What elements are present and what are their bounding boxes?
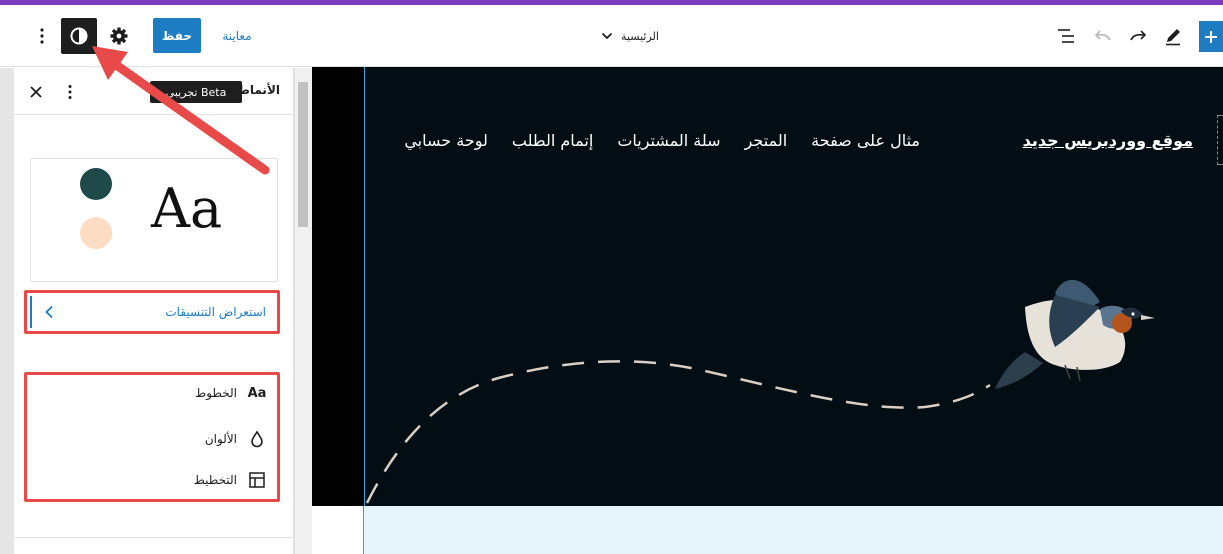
styles-sidebar: تجريبي Beta الأنماط Aa استعراض التنسيقات… <box>14 68 294 554</box>
tools-button[interactable] <box>1158 22 1188 50</box>
nav-item-label: الخطوط <box>195 386 237 400</box>
annotation-highlight-browse: استعراض التنسيقات <box>24 290 280 334</box>
nav-item-label: الألوان <box>204 432 237 446</box>
style-preview-card: Aa <box>30 158 278 282</box>
nav-link-shop[interactable]: المتجر <box>745 131 788 150</box>
pencil-icon <box>1166 29 1180 46</box>
nav-item-layout[interactable]: التخطيط <box>37 467 267 493</box>
navigation-menu: مثال على صفحة المتجر سلة المشتريات إتمام… <box>365 131 920 150</box>
bird-illustration <box>995 279 1155 389</box>
close-icon <box>30 86 42 98</box>
nav-item-colors[interactable]: الألوان <box>37 426 267 452</box>
typography-icon: Aa <box>247 385 267 401</box>
canvas-left-margin-bottom <box>312 506 364 554</box>
nav-link-sample-page[interactable]: مثال على صفحة <box>811 131 920 150</box>
layout-icon <box>249 472 265 488</box>
browse-styles-button[interactable]: استعراض التنسيقات <box>30 296 274 328</box>
list-view-button[interactable] <box>1052 22 1080 50</box>
dashed-flight-path <box>365 360 991 504</box>
nav-item-typography[interactable]: الخطوط Aa <box>37 380 267 406</box>
editor-header: حفظ معاينة الرئيسية <box>0 5 1223 67</box>
sidebar-divider <box>14 537 294 538</box>
gear-icon <box>110 27 128 45</box>
styles-actions-button[interactable] <box>58 80 82 104</box>
beta-badge: تجريبي Beta <box>150 81 242 103</box>
chevron-left-icon <box>45 305 53 319</box>
redo-button[interactable] <box>1124 22 1152 50</box>
sidebar-edge <box>0 68 14 554</box>
annotation-highlight-nav: الخطوط Aa الألوان التخطيط <box>24 372 280 502</box>
nav-item-label: التخطيط <box>193 473 237 487</box>
nav-link-my-account[interactable]: لوحة حسابي <box>404 131 488 150</box>
options-menu-button[interactable] <box>28 22 56 50</box>
chevron-down-icon <box>601 32 613 40</box>
droplet-icon <box>251 430 263 448</box>
settings-button[interactable] <box>103 18 135 54</box>
canvas-left-margin <box>312 67 364 506</box>
nav-link-cart[interactable]: سلة المشتريات <box>617 131 720 150</box>
block-outline-edge <box>1217 115 1223 165</box>
styles-button[interactable] <box>61 18 97 54</box>
block-inserter-button[interactable] <box>1199 21 1223 52</box>
sidebar-title: الأنماط <box>237 83 280 97</box>
plus-icon <box>1205 30 1217 43</box>
sidebar-header: تجريبي Beta الأنماط <box>14 68 294 115</box>
more-vertical-icon <box>68 85 72 99</box>
close-sidebar-button[interactable] <box>24 80 48 104</box>
sidebar-scrollbar[interactable] <box>294 68 312 554</box>
document-title-dropdown[interactable]: الرئيسية <box>590 22 670 50</box>
primary-color-swatch <box>80 168 112 200</box>
document-title: الرئيسية <box>621 29 659 43</box>
more-vertical-icon <box>40 28 44 44</box>
undo-button[interactable] <box>1089 22 1117 50</box>
site-title-link[interactable]: موقع ووردبريس جديد <box>1023 131 1193 150</box>
preview-button[interactable]: معاينة <box>212 18 262 53</box>
contrast-icon <box>70 27 88 45</box>
redo-icon <box>1130 30 1147 41</box>
browse-styles-label: استعراض التنسيقات <box>165 305 266 319</box>
hero-cover-block[interactable]: موقع ووردبريس جديد مثال على صفحة المتجر … <box>364 67 1223 506</box>
save-button[interactable]: حفظ <box>153 18 201 53</box>
preview-typeface-sample: Aa <box>151 177 223 240</box>
list-view-icon <box>1058 29 1074 43</box>
scrollbar-thumb[interactable] <box>298 82 308 227</box>
secondary-color-swatch <box>80 217 112 249</box>
undo-icon <box>1094 30 1111 41</box>
content-section[interactable] <box>364 506 1223 554</box>
nav-link-checkout[interactable]: إتمام الطلب <box>512 131 593 150</box>
